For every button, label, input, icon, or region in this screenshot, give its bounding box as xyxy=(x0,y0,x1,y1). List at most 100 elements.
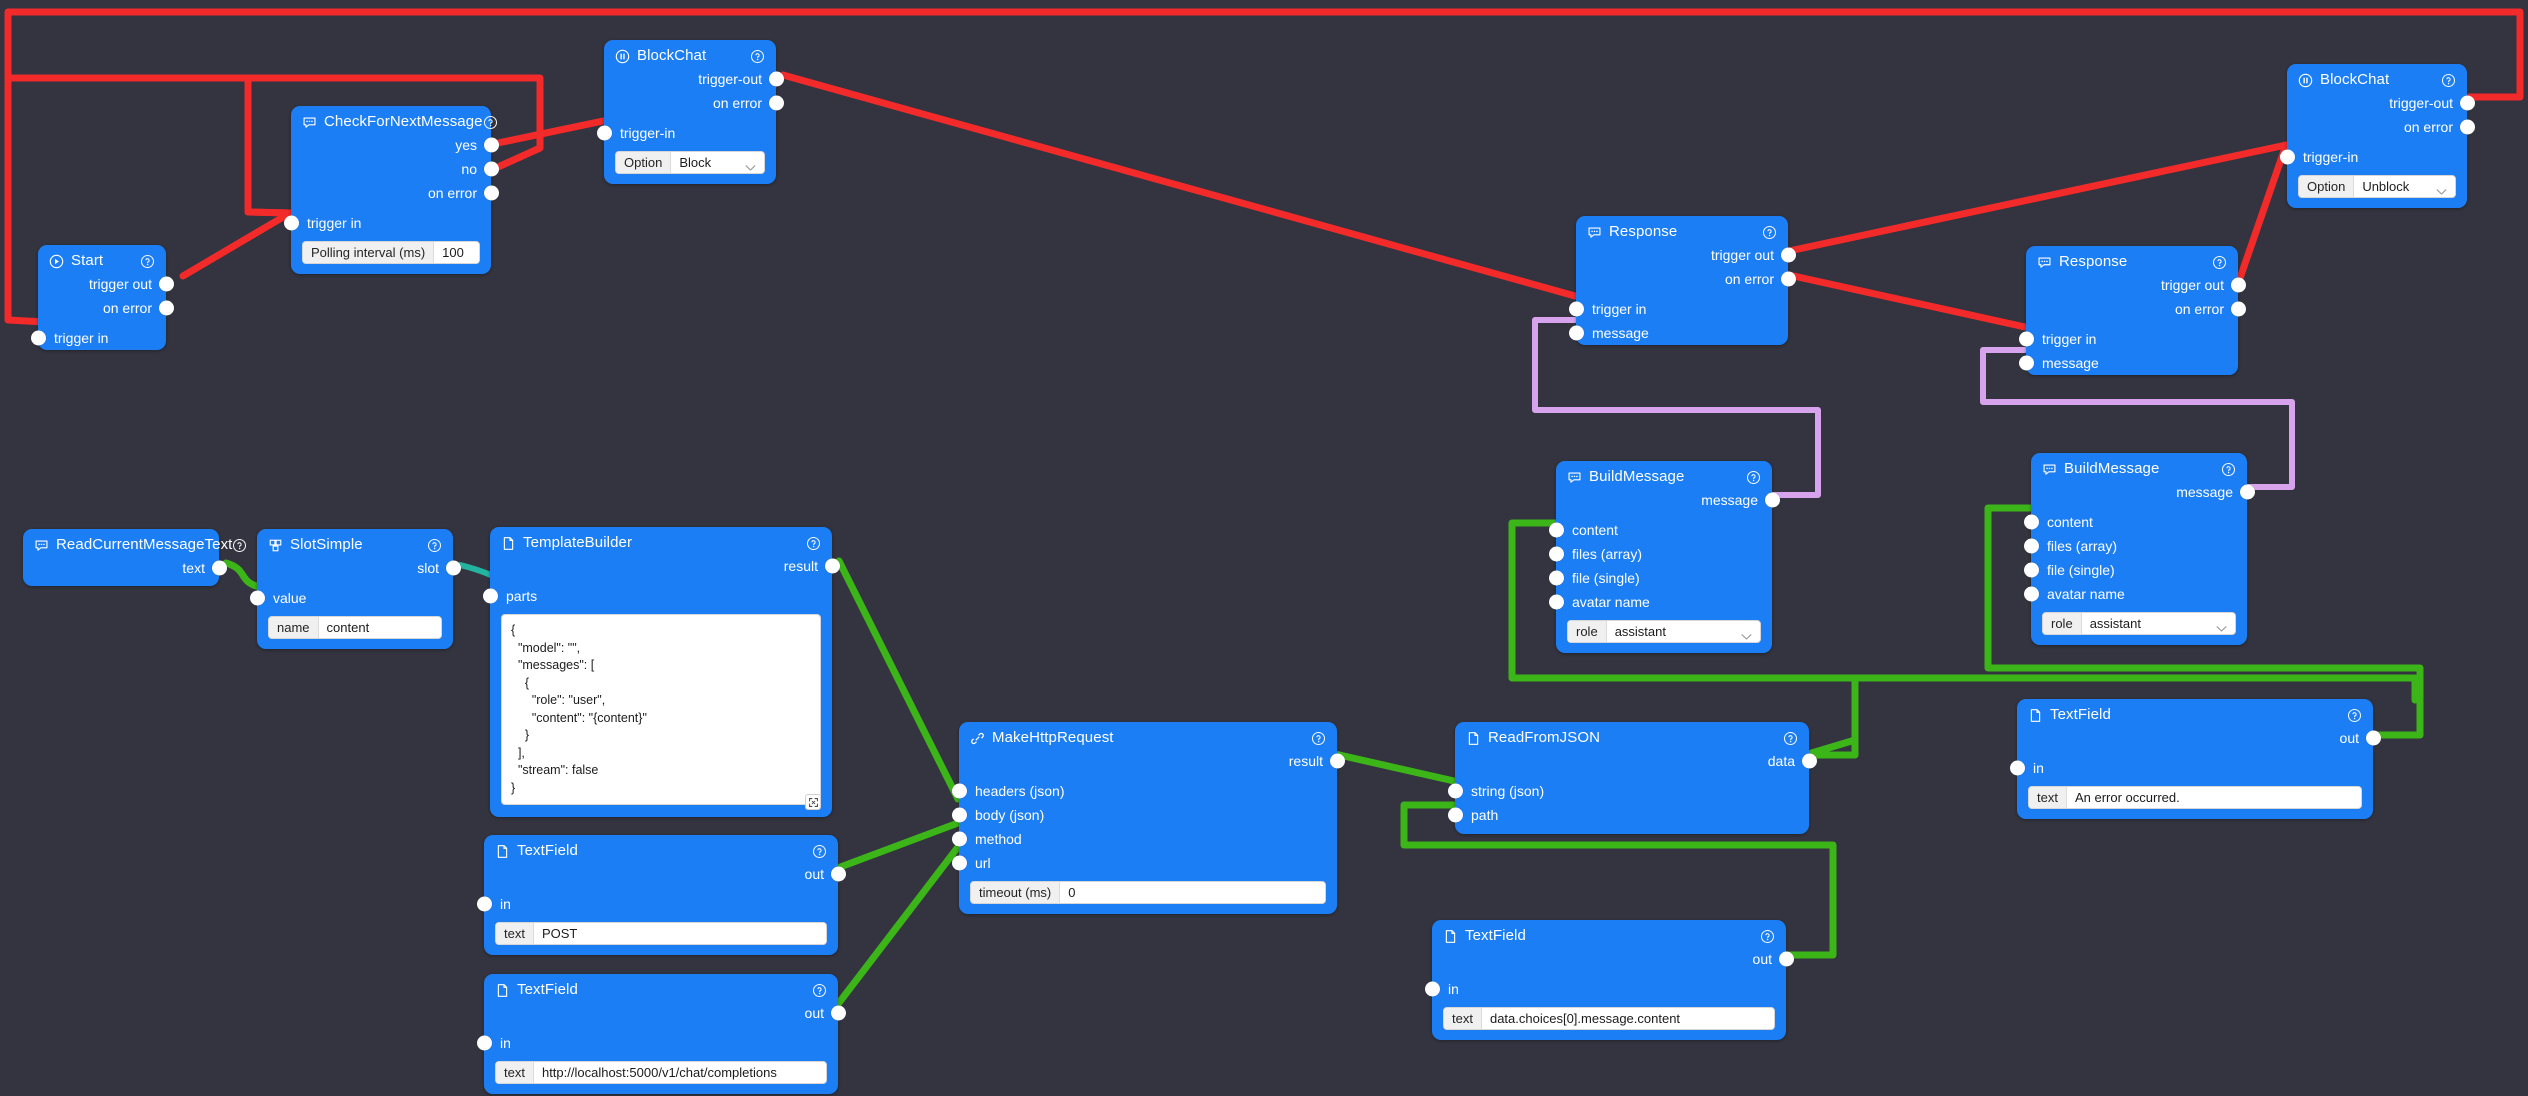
port-dot[interactable] xyxy=(482,588,498,604)
port-dot[interactable] xyxy=(1447,807,1463,823)
port-dot[interactable] xyxy=(2279,149,2295,165)
node-header[interactable]: TextField xyxy=(2017,699,2373,726)
port-dot[interactable] xyxy=(951,783,967,799)
node-template-builder[interactable]: TemplateBuilder result parts { "model": "",… xyxy=(482,527,840,817)
node-slot-simple[interactable]: SlotSimple slot value name content xyxy=(249,529,461,649)
port-dot[interactable] xyxy=(830,1005,846,1021)
input-port-row[interactable]: value xyxy=(249,586,453,610)
node-read-from-json[interactable]: ReadFromJSON data string (json) path xyxy=(1447,722,1817,834)
select-field[interactable]: Option Block xyxy=(615,151,765,174)
field-value[interactable]: 0 xyxy=(1060,882,1325,903)
help-icon[interactable] xyxy=(2221,462,2236,477)
help-icon[interactable] xyxy=(812,983,827,998)
output-port-row[interactable]: on error xyxy=(604,91,784,115)
input-port-row[interactable]: headers (json) xyxy=(951,779,1337,803)
port-dot[interactable] xyxy=(2459,119,2475,135)
node-header[interactable]: Response xyxy=(2026,246,2238,273)
text-field[interactable]: text http://localhost:5000/v1/chat/comple… xyxy=(495,1061,827,1084)
port-dot[interactable] xyxy=(1780,271,1796,287)
port-dot[interactable] xyxy=(1780,247,1796,263)
node-build-message-mid[interactable]: BuildMessage message content files (array) f… xyxy=(1548,461,1780,653)
port-dot[interactable] xyxy=(2023,538,2039,554)
text-field[interactable]: name content xyxy=(268,616,442,639)
input-port-row[interactable]: message xyxy=(1568,321,1788,345)
port-dot[interactable] xyxy=(1801,753,1817,769)
port-dot[interactable] xyxy=(2365,730,2381,746)
field-value[interactable]: content xyxy=(318,617,441,638)
select-field[interactable]: Option Unblock xyxy=(2298,175,2456,198)
node-header[interactable]: TextField xyxy=(484,974,838,1001)
input-port-row[interactable]: trigger-in xyxy=(596,121,776,145)
port-dot[interactable] xyxy=(158,300,174,316)
port-dot[interactable] xyxy=(768,71,784,87)
field-value[interactable]: 100 xyxy=(434,242,479,263)
help-icon[interactable] xyxy=(1783,731,1798,746)
port-dot[interactable] xyxy=(1424,981,1440,997)
node-graph-canvas[interactable]: Start trigger out on error trigger in CheckF… xyxy=(0,0,2528,1096)
template-textarea[interactable]: { "model": "", "messages": [ { "role": "… xyxy=(501,614,821,805)
node-read-current-message-text[interactable]: ReadCurrentMessageText text xyxy=(23,529,247,586)
port-dot[interactable] xyxy=(483,137,499,153)
input-port-row[interactable]: in xyxy=(476,1031,838,1055)
port-dot[interactable] xyxy=(476,1035,492,1051)
port-dot[interactable] xyxy=(2023,586,2039,602)
field-value[interactable]: An error occurred. xyxy=(2066,787,2361,808)
node-header[interactable]: Response xyxy=(1576,216,1788,243)
port-dot[interactable] xyxy=(158,276,174,292)
node-header[interactable]: MakeHttpRequest xyxy=(959,722,1337,749)
node-header[interactable]: ReadFromJSON xyxy=(1455,722,1809,749)
text-field[interactable]: text data.choices[0].message.content xyxy=(1443,1007,1775,1030)
port-dot[interactable] xyxy=(249,590,265,606)
output-port-row[interactable]: out xyxy=(484,862,846,886)
input-port-row[interactable]: string (json) xyxy=(1447,779,1809,803)
port-dot[interactable] xyxy=(445,560,461,576)
port-dot[interactable] xyxy=(2009,760,2025,776)
input-port-row[interactable]: trigger in xyxy=(1568,297,1788,321)
input-port-row[interactable]: trigger in xyxy=(283,211,491,235)
output-port-row[interactable]: result xyxy=(959,749,1345,773)
port-dot[interactable] xyxy=(1568,301,1584,317)
input-port-row[interactable]: trigger in xyxy=(2018,327,2238,351)
help-icon[interactable] xyxy=(427,538,442,553)
input-port-row[interactable]: in xyxy=(476,892,838,916)
select-field[interactable]: role assistant xyxy=(2042,612,2236,635)
node-header[interactable]: BlockChat xyxy=(2287,64,2467,91)
node-header[interactable]: CheckForNextMessage xyxy=(291,106,497,133)
field-value[interactable]: Unblock xyxy=(2354,176,2455,197)
output-port-row[interactable]: trigger out xyxy=(1576,243,1796,267)
text-field[interactable]: text An error occurred. xyxy=(2028,786,2362,809)
field-value[interactable]: assistant xyxy=(1606,621,1760,642)
output-port-row[interactable]: on error xyxy=(2287,115,2475,139)
output-port-row[interactable]: message xyxy=(1556,488,1780,512)
help-icon[interactable] xyxy=(483,115,498,130)
port-dot[interactable] xyxy=(283,215,299,231)
output-port-row[interactable]: out xyxy=(2017,726,2381,750)
port-dot[interactable] xyxy=(830,866,846,882)
help-icon[interactable] xyxy=(750,49,765,64)
output-port-row[interactable]: trigger out xyxy=(38,272,174,296)
output-port-row[interactable]: message xyxy=(2031,480,2255,504)
output-port-row[interactable]: data xyxy=(1455,749,1817,773)
port-dot[interactable] xyxy=(951,855,967,871)
port-dot[interactable] xyxy=(1764,492,1780,508)
node-block-chat-right[interactable]: BlockChat trigger-out on error trigger-in Op… xyxy=(2279,64,2475,208)
port-dot[interactable] xyxy=(2023,562,2039,578)
port-dot[interactable] xyxy=(483,185,499,201)
port-dot[interactable] xyxy=(1548,546,1564,562)
port-dot[interactable] xyxy=(768,95,784,111)
help-icon[interactable] xyxy=(140,254,155,269)
input-port-row[interactable]: method xyxy=(951,827,1337,851)
input-port-row[interactable]: in xyxy=(1424,977,1786,1001)
input-port-row[interactable]: body (json) xyxy=(951,803,1337,827)
node-textfield-url[interactable]: TextField out in text http://localhost:5000/… xyxy=(476,974,846,1094)
node-header[interactable]: TextField xyxy=(1432,920,1786,947)
input-port-row[interactable]: avatar name xyxy=(1548,590,1772,614)
output-port-row[interactable]: on error xyxy=(38,296,174,320)
help-icon[interactable] xyxy=(1746,470,1761,485)
input-port-row[interactable]: parts xyxy=(482,584,832,608)
port-dot[interactable] xyxy=(824,558,840,574)
output-port-row[interactable]: trigger-out xyxy=(604,67,784,91)
select-field[interactable]: role assistant xyxy=(1567,620,1761,643)
help-icon[interactable] xyxy=(1311,731,1326,746)
input-port-row[interactable]: url xyxy=(951,851,1337,875)
